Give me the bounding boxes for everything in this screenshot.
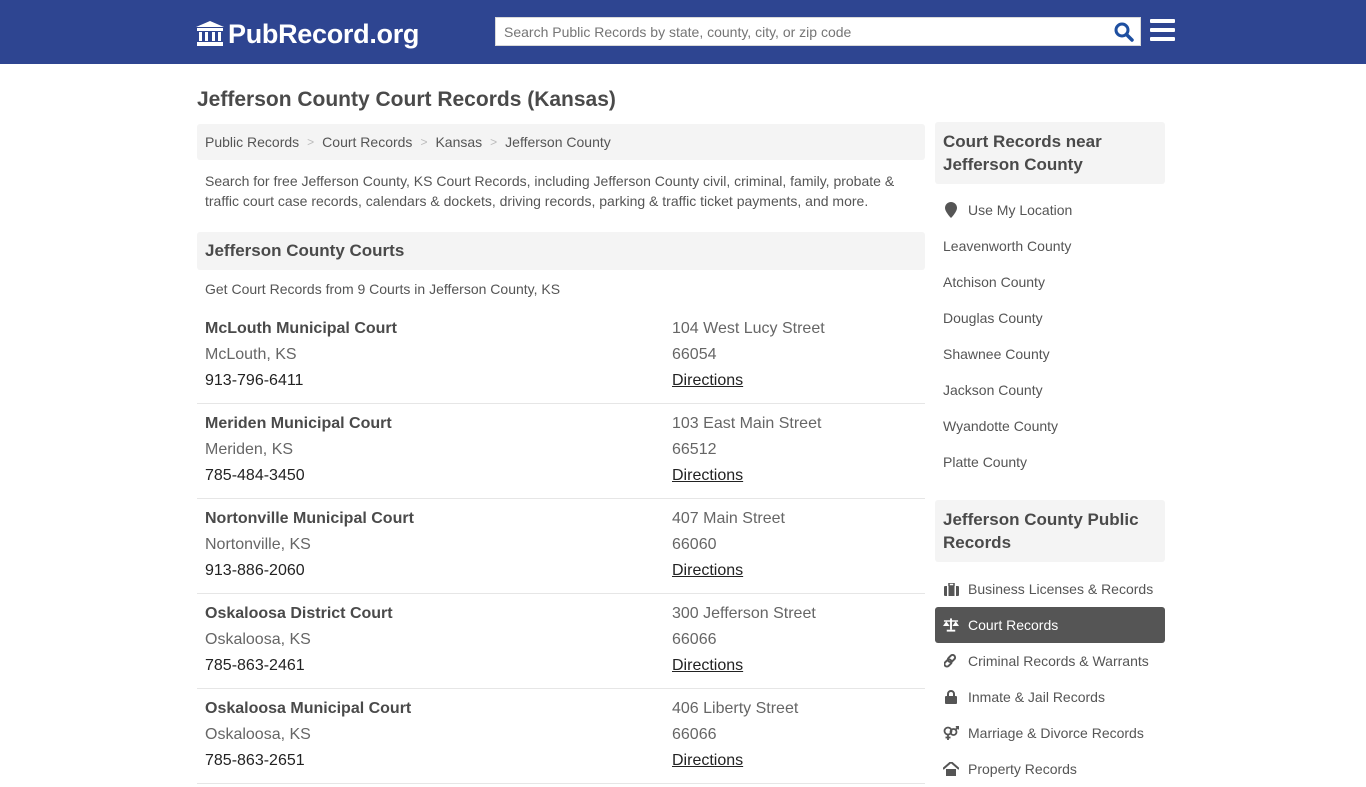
court-city: Meriden, KS	[205, 441, 294, 458]
court-list: McLouth Municipal Court McLouth, KS 913-…	[197, 309, 925, 784]
directions-link[interactable]: Directions	[672, 372, 743, 389]
court-city: Oskaloosa, KS	[205, 726, 311, 743]
nearby-county-link[interactable]: Douglas County	[935, 300, 1165, 336]
nearby-county-link[interactable]: Platte County	[935, 444, 1165, 480]
court-item: Oskaloosa District Court Oskaloosa, KS 7…	[197, 594, 925, 689]
nearby-list: Use My Location Leavenworth County Atchi…	[935, 192, 1165, 480]
court-address: 407 Main Street	[672, 510, 785, 527]
search-icon[interactable]	[1114, 22, 1134, 42]
search-bar	[495, 17, 1141, 46]
court-phone[interactable]: 785-484-3450	[205, 467, 392, 493]
sidebar-item-label: Marriage & Divorce Records	[968, 725, 1144, 741]
sidebar-public-records-heading: Jefferson County Public Records	[935, 500, 1165, 562]
link-icon	[943, 653, 959, 669]
court-city: McLouth, KS	[205, 346, 297, 363]
court-phone[interactable]: 913-796-6411	[205, 372, 397, 398]
sidebar-nearby: Court Records near Jefferson County Use …	[935, 122, 1165, 480]
sidebar-item-label: Inmate & Jail Records	[968, 689, 1105, 705]
nearby-county-link[interactable]: Leavenworth County	[935, 228, 1165, 264]
top-navbar: PubRecord.org	[0, 0, 1366, 64]
use-my-location-label: Use My Location	[968, 202, 1073, 218]
use-my-location-link[interactable]: Use My Location	[935, 192, 1165, 228]
sidebar-item-label: Court Records	[968, 617, 1059, 633]
court-name[interactable]: McLouth Municipal Court	[205, 320, 397, 346]
courts-subtitle: Get Court Records from 9 Courts in Jeffe…	[205, 281, 561, 297]
court-name[interactable]: Oskaloosa District Court	[205, 605, 393, 631]
briefcase-icon	[943, 581, 959, 597]
breadcrumb-separator: >	[420, 135, 428, 149]
directions-link[interactable]: Directions	[672, 657, 743, 674]
breadcrumb-separator: >	[490, 135, 498, 149]
map-marker-icon	[943, 202, 959, 218]
court-item: Nortonville Municipal Court Nortonville,…	[197, 499, 925, 594]
court-address: 104 West Lucy Street	[672, 320, 825, 337]
court-city: Nortonville, KS	[205, 536, 311, 553]
court-item: McLouth Municipal Court McLouth, KS 913-…	[197, 309, 925, 404]
breadcrumb-kansas[interactable]: Kansas	[435, 134, 482, 150]
court-zip: 66066	[672, 726, 717, 743]
sidebar-item-property-records[interactable]: Property Records	[935, 751, 1165, 787]
breadcrumb-separator: >	[307, 135, 315, 149]
court-address: 300 Jefferson Street	[672, 605, 816, 622]
breadcrumb-court-records[interactable]: Court Records	[322, 134, 412, 150]
sidebar-public-records: Jefferson County Public Records Business…	[935, 500, 1165, 787]
court-name[interactable]: Meriden Municipal Court	[205, 415, 392, 441]
court-zip: 66060	[672, 536, 717, 553]
logo-text: PubRecord.org	[228, 18, 420, 49]
public-records-list: Business Licenses & Records Court Record…	[935, 571, 1165, 787]
marriage-icon	[943, 725, 959, 741]
court-city: Oskaloosa, KS	[205, 631, 311, 648]
court-zip: 66512	[672, 441, 717, 458]
nearby-county-link[interactable]: Wyandotte County	[935, 408, 1165, 444]
search-input[interactable]	[496, 18, 1106, 45]
courthouse-icon	[196, 21, 224, 46]
court-name[interactable]: Oskaloosa Municipal Court	[205, 700, 411, 726]
court-zip: 66066	[672, 631, 717, 648]
sidebar-item-label: Business Licenses & Records	[968, 581, 1154, 597]
sidebar-item-label: Criminal Records & Warrants	[968, 653, 1149, 669]
court-phone[interactable]: 785-863-2651	[205, 752, 411, 778]
court-item: Oskaloosa Municipal Court Oskaloosa, KS …	[197, 689, 925, 784]
breadcrumb: Public Records > Court Records > Kansas …	[197, 124, 925, 160]
directions-link[interactable]: Directions	[672, 467, 743, 484]
sidebar-item-criminal-records[interactable]: Criminal Records & Warrants	[935, 643, 1165, 679]
breadcrumb-public-records[interactable]: Public Records	[205, 134, 299, 150]
court-item: Meriden Municipal Court Meriden, KS 785-…	[197, 404, 925, 499]
site-logo[interactable]: PubRecord.org	[196, 17, 419, 51]
nearby-county-link[interactable]: Shawnee County	[935, 336, 1165, 372]
sidebar-item-business-licenses[interactable]: Business Licenses & Records	[935, 571, 1165, 607]
sidebar-item-label: Property Records	[968, 761, 1077, 777]
sidebar-item-court-records[interactable]: Court Records	[935, 607, 1165, 643]
home-icon	[943, 761, 959, 777]
court-address: 103 East Main Street	[672, 415, 822, 432]
court-phone[interactable]: 913-886-2060	[205, 562, 414, 588]
court-name[interactable]: Nortonville Municipal Court	[205, 510, 414, 536]
page-title: Jefferson County Court Records (Kansas)	[197, 88, 616, 111]
sidebar-item-inmate-records[interactable]: Inmate & Jail Records	[935, 679, 1165, 715]
nearby-county-link[interactable]: Atchison County	[935, 264, 1165, 300]
nearby-county-link[interactable]: Jackson County	[935, 372, 1165, 408]
lock-icon	[943, 689, 959, 705]
scale-icon	[943, 617, 959, 633]
intro-text: Search for free Jefferson County, KS Cou…	[205, 173, 895, 209]
court-zip: 66054	[672, 346, 717, 363]
sidebar-item-marriage-records[interactable]: Marriage & Divorce Records	[935, 715, 1165, 751]
directions-link[interactable]: Directions	[672, 562, 743, 579]
courts-heading: Jefferson County Courts	[197, 232, 925, 270]
court-phone[interactable]: 785-863-2461	[205, 657, 393, 683]
sidebar-nearby-heading: Court Records near Jefferson County	[935, 122, 1165, 184]
court-address: 406 Liberty Street	[672, 700, 799, 717]
directions-link[interactable]: Directions	[672, 752, 743, 769]
hamburger-menu-icon[interactable]	[1150, 19, 1176, 43]
breadcrumb-current: Jefferson County	[505, 134, 611, 150]
